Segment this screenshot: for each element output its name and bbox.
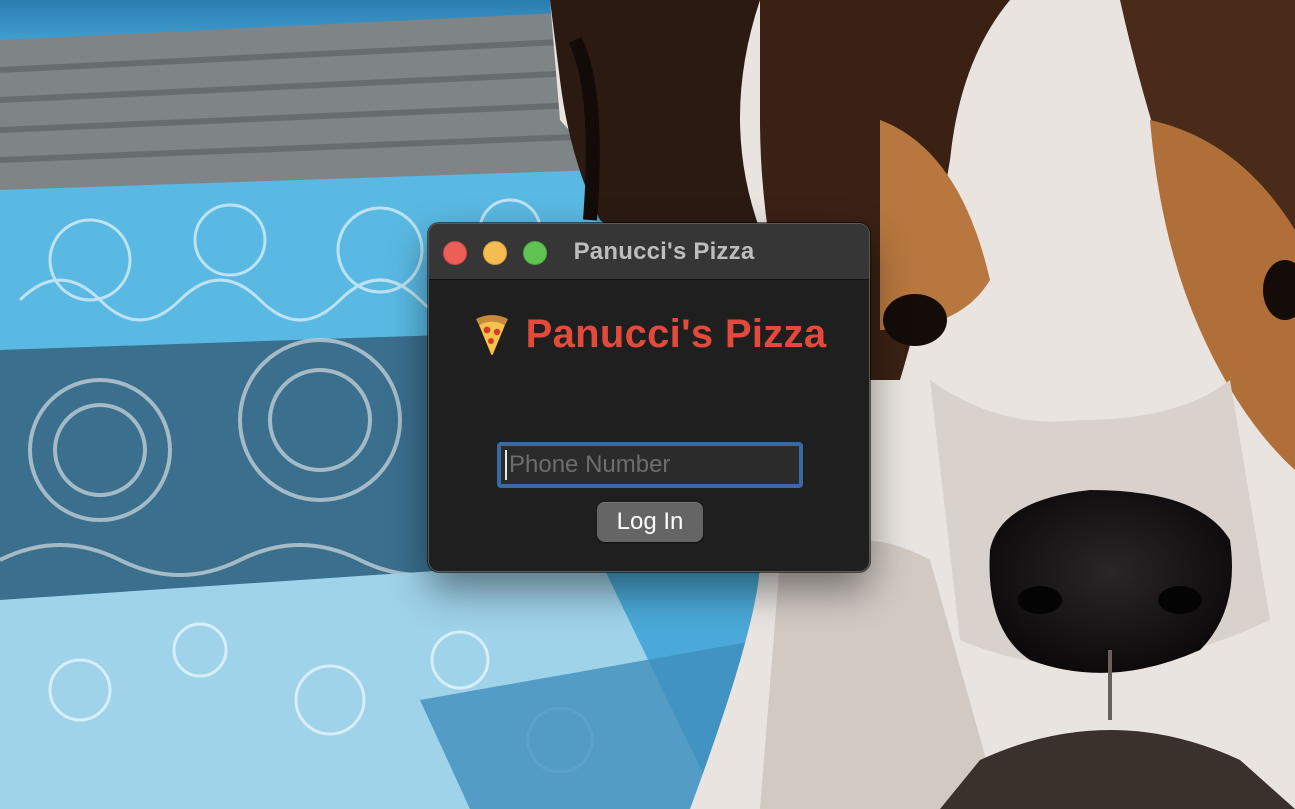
log-in-button[interactable]: Log In: [597, 502, 703, 542]
app-heading: Panucci's Pizza: [429, 312, 869, 357]
pizza-slice-icon: [472, 313, 512, 357]
window-titlebar[interactable]: Panucci's Pizza: [429, 224, 869, 280]
text-cursor: [505, 450, 507, 480]
phone-number-input[interactable]: [497, 442, 803, 488]
app-heading-text: Panucci's Pizza: [525, 312, 827, 356]
window-title: Panucci's Pizza: [573, 238, 755, 265]
app-window: Panucci's Pizza Panucci's Pizza Log In: [428, 223, 870, 572]
